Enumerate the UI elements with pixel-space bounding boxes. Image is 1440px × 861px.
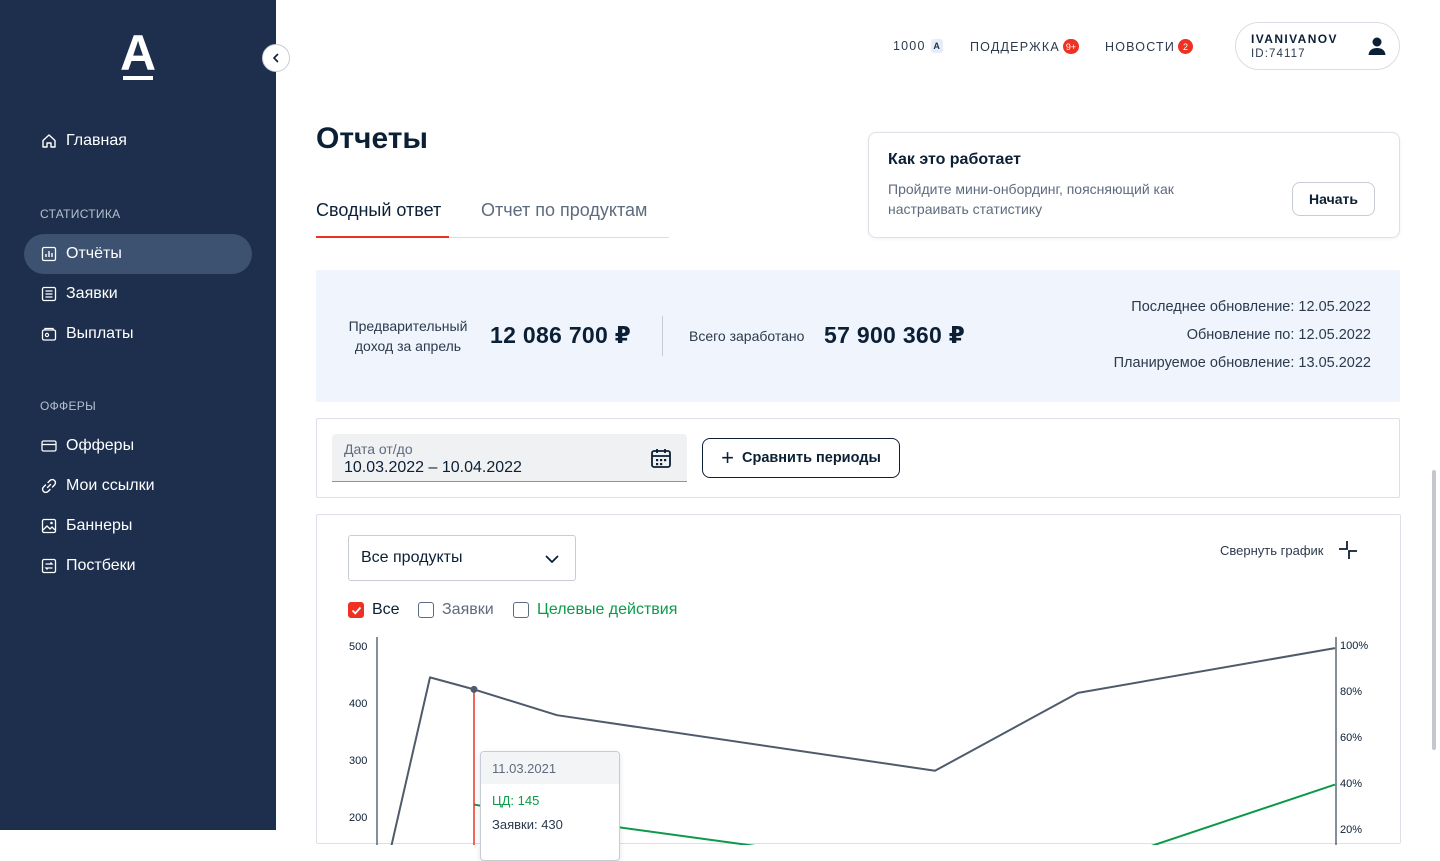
sidebar-item-label: Главная	[66, 132, 127, 149]
compare-periods-button[interactable]: + Сравнить периоды	[702, 438, 900, 478]
user-menu[interactable]: IVANIVANOV ID:74117	[1235, 22, 1400, 70]
sidebar-item-home[interactable]: Главная	[24, 121, 252, 161]
chart-tooltip: 11.03.2021 ЦД: 145 Заявки: 430	[480, 751, 620, 861]
hover-point	[470, 685, 478, 693]
tab-summary[interactable]: Сводный ответ	[316, 200, 441, 221]
home-icon	[40, 132, 58, 150]
page-title: Отчеты	[316, 122, 429, 155]
total-earned-value: 57 900 360 ₽	[824, 322, 966, 348]
sidebar-item-label: Мои ссылки	[66, 477, 155, 494]
prelim-income-label: Предварительный доход за апрель	[348, 318, 468, 354]
last-update: Последнее обновление: 12.05.2022	[1131, 299, 1371, 315]
sidebar: А Главная СТАТИСТИКА Отчёты Заявки Выпла…	[0, 0, 276, 830]
date-range-label: Дата от/до	[344, 441, 413, 457]
onboarding-card: Как это работает Пройдите мини-онбординг…	[868, 132, 1400, 238]
active-tab-indicator	[316, 236, 449, 238]
news-label: НОВОСТИ	[1105, 39, 1176, 54]
date-range-value: 10.03.2022 – 10.04.2022	[344, 459, 522, 476]
total-earned-label: Всего заработано	[689, 328, 805, 344]
username: IVANIVANOV	[1251, 32, 1338, 46]
plus-icon: +	[721, 445, 734, 470]
date-range-field[interactable]: Дата от/до 10.03.2022 – 10.04.2022	[332, 434, 687, 482]
balance-currency-icon: А	[930, 39, 943, 53]
sidebar-item-label: Офферы	[66, 437, 135, 454]
earnings-summary: Предварительный доход за апрель 12 086 7…	[316, 270, 1400, 402]
chevron-left-icon	[273, 53, 279, 63]
page-scrollbar[interactable]	[1432, 470, 1436, 750]
user-id: ID:74117	[1251, 48, 1306, 60]
sidebar-item-postbacks[interactable]: Постбеки	[24, 546, 252, 586]
sidebar-item-label: Выплаты	[66, 325, 134, 342]
onboarding-title: Как это работает	[888, 151, 1021, 168]
sidebar-item-links[interactable]: Мои ссылки	[24, 466, 252, 506]
section-offers: ОФФЕРЫ	[40, 399, 97, 413]
compare-periods-label: Сравнить периоды	[741, 450, 881, 466]
planned-update: Планируемое обновление: 13.05.2022	[1113, 355, 1371, 371]
sidebar-item-requests[interactable]: Заявки	[24, 274, 252, 314]
sidebar-item-banners[interactable]: Баннеры	[24, 506, 252, 546]
image-icon	[40, 517, 58, 535]
card-icon	[40, 437, 58, 455]
support-label: ПОДДЕРЖКА	[970, 39, 1060, 54]
link-icon	[40, 477, 58, 495]
balance-value: 1000	[893, 39, 926, 53]
news-badge: 2	[1178, 39, 1194, 54]
chart-panel: Все продукты Свернуть график Все Заявки …	[316, 514, 1401, 861]
report-tabs: Сводный ответ Отчет по продуктам	[316, 196, 669, 238]
chart-icon	[40, 245, 58, 263]
tooltip-cd: ЦД: 145	[492, 793, 540, 808]
sidebar-item-payouts[interactable]: Выплаты	[24, 314, 252, 354]
user-icon	[1368, 37, 1386, 55]
logo-bar	[123, 76, 153, 80]
postback-icon	[40, 557, 58, 575]
prelim-income-value: 12 086 700 ₽	[490, 322, 632, 348]
sidebar-item-label: Отчёты	[66, 245, 122, 262]
logo-letter: А	[119, 25, 157, 81]
list-icon	[40, 285, 58, 303]
sidebar-item-label: Баннеры	[66, 517, 133, 534]
update-until: Обновление по: 12.05.2022	[1186, 327, 1371, 343]
filter-bar: Дата от/до 10.03.2022 – 10.04.2022 + Сра…	[316, 418, 1400, 498]
start-onboarding-button[interactable]: Начать	[1292, 182, 1375, 216]
support-link[interactable]: ПОДДЕРЖКА 9+	[970, 39, 1080, 54]
sidebar-item-label: Заявки	[66, 285, 118, 302]
alfa-logo[interactable]: А	[118, 25, 158, 82]
sidebar-item-offers[interactable]: Офферы	[24, 426, 252, 466]
sidebar-item-reports[interactable]: Отчёты	[24, 234, 252, 274]
calendar-icon[interactable]	[650, 447, 672, 469]
tab-products[interactable]: Отчет по продуктам	[481, 200, 647, 221]
onboarding-text: Пройдите мини-онбординг, поясняющий как …	[888, 181, 1174, 217]
sidebar-item-label: Постбеки	[66, 557, 136, 574]
sidebar-collapse-button[interactable]	[262, 44, 290, 72]
summary-divider	[662, 316, 663, 356]
tooltip-date: 11.03.2021	[481, 752, 619, 784]
balance-link[interactable]: 1000 А	[893, 39, 943, 53]
support-badge: 9+	[1062, 39, 1080, 54]
section-stats: СТАТИСТИКА	[40, 207, 121, 221]
wallet-icon	[40, 325, 58, 343]
news-link[interactable]: НОВОСТИ 2	[1105, 39, 1194, 54]
